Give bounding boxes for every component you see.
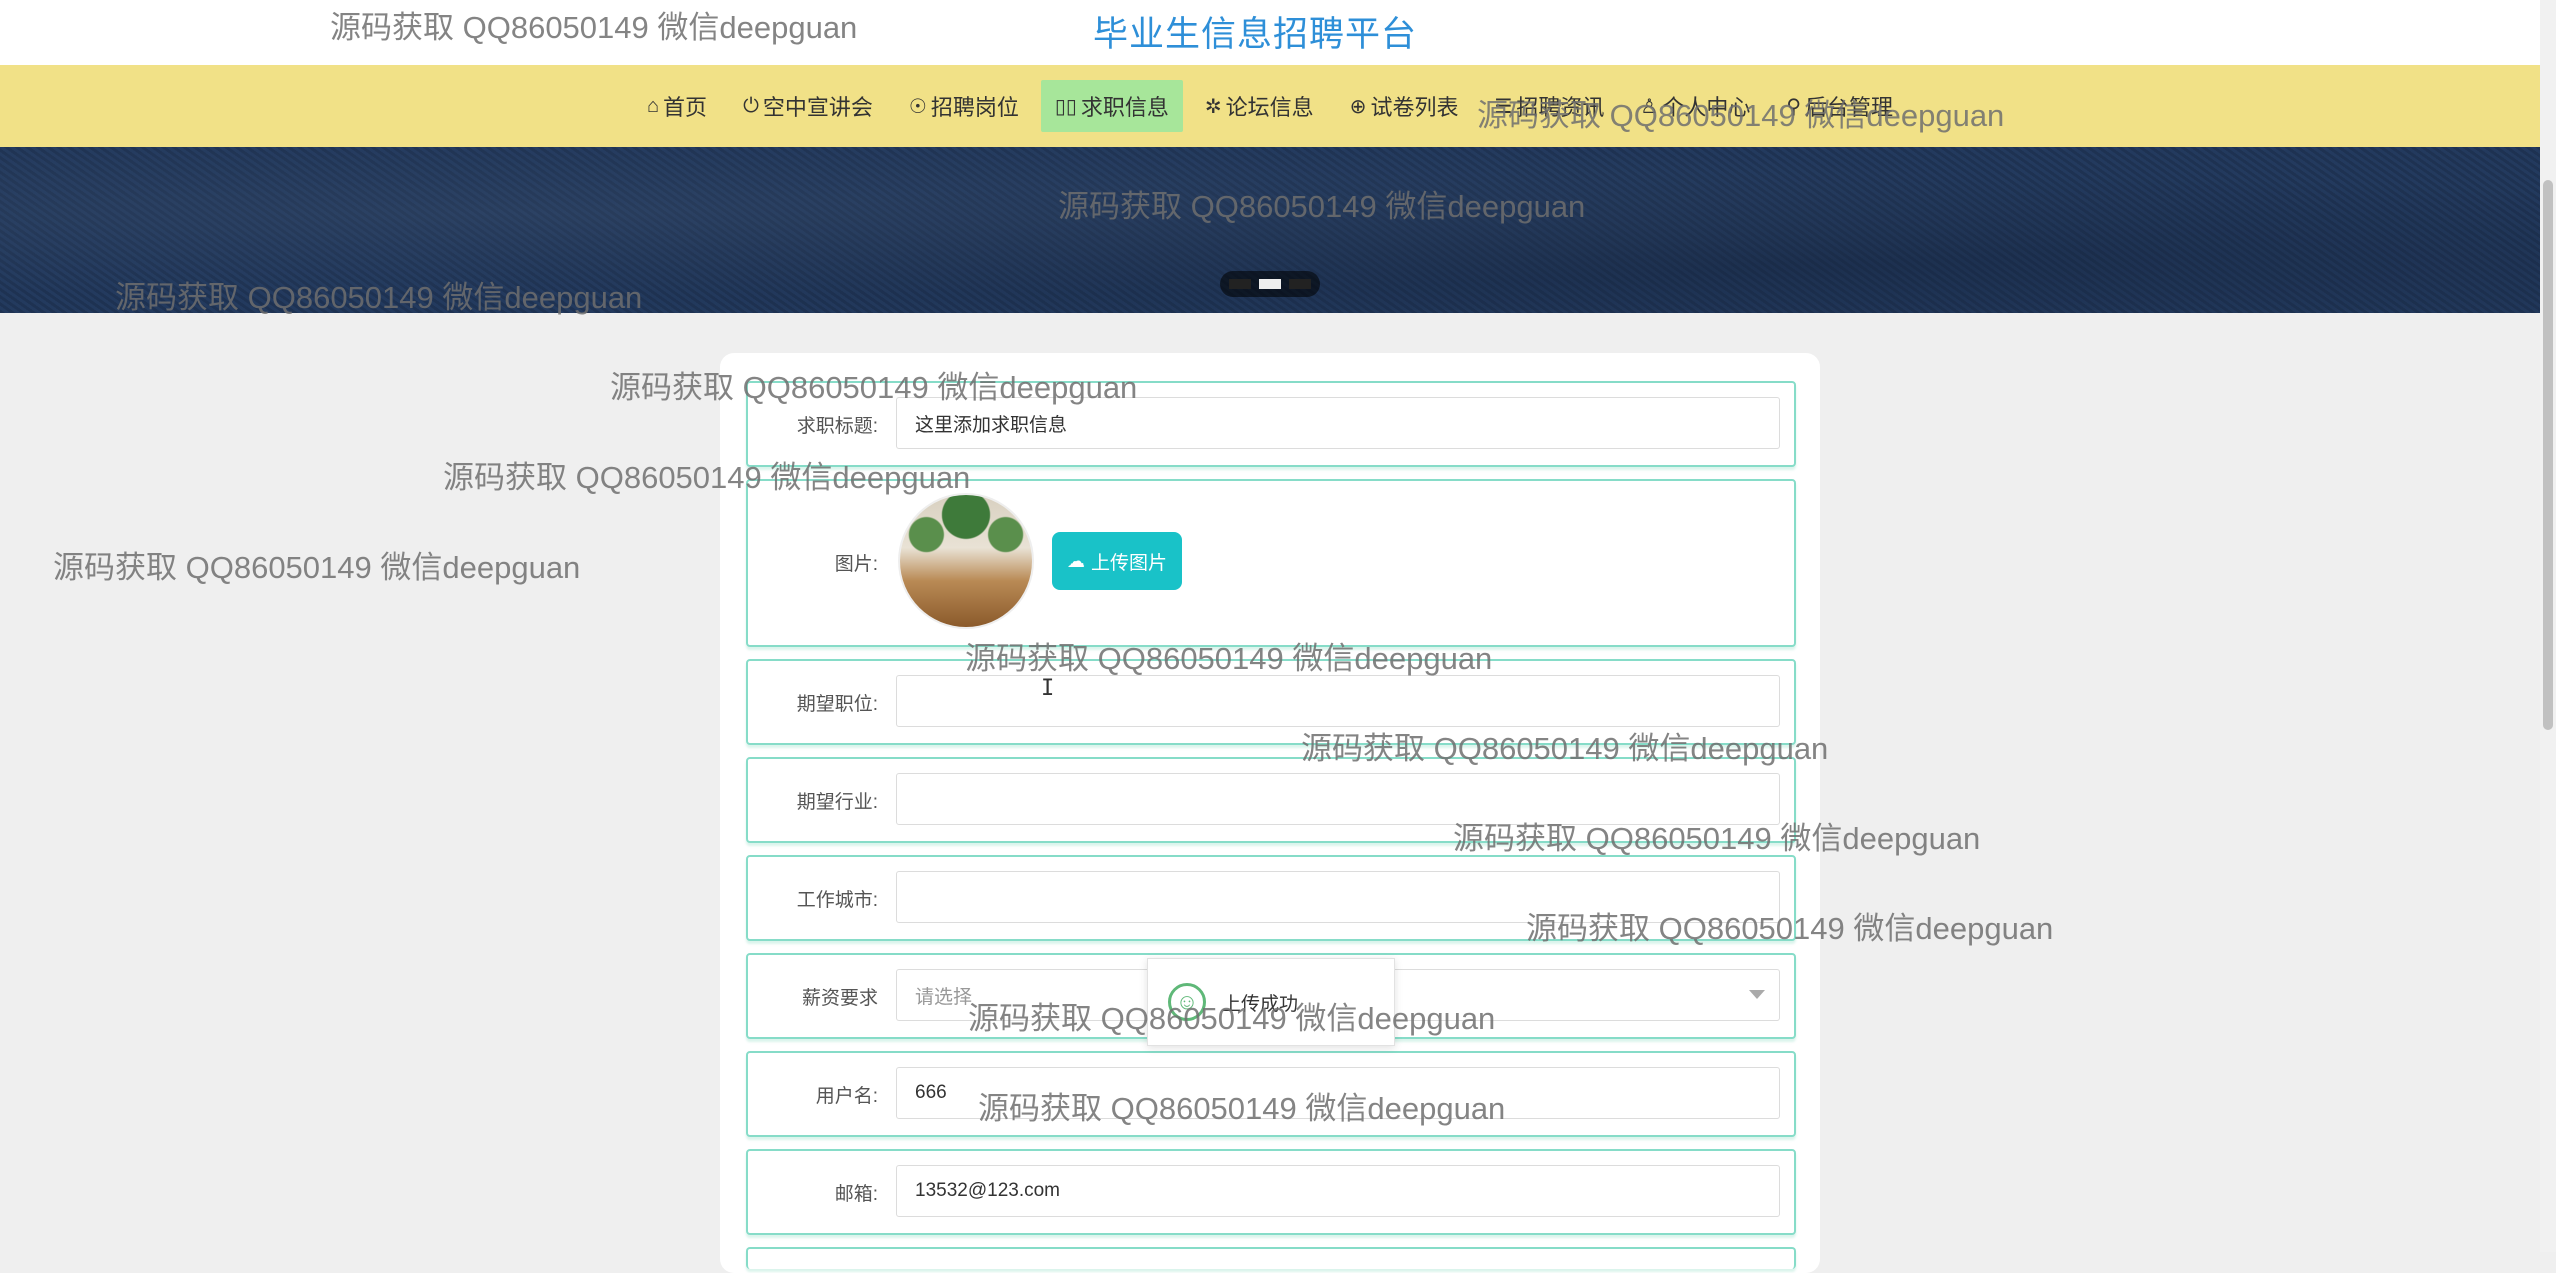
field-label: 工作城市: [796, 890, 878, 911]
carousel-dot[interactable] [1289, 279, 1311, 289]
form-row-industry: 期望行业: [746, 757, 1796, 843]
form-row-title: 求职标题: 这里添加求职信息 [746, 381, 1796, 467]
nav-item-label: 首页 [663, 95, 708, 120]
smile-icon: ☺ [1168, 983, 1206, 1021]
banner-carousel [0, 147, 2540, 313]
username-input[interactable]: 666 [896, 1067, 1780, 1119]
industry-input[interactable] [896, 773, 1780, 825]
nav-item-label: 论坛信息 [1225, 95, 1314, 120]
cloud-upload-icon: ☁ [1066, 550, 1085, 571]
scrollbar-thumb[interactable] [2543, 180, 2553, 730]
site-title: 毕业生信息招聘平台 [1092, 15, 1417, 54]
title-input[interactable]: 这里添加求职信息 [896, 397, 1780, 449]
nav-item-label: 求职信息 [1080, 95, 1169, 120]
form-row-position: 期望职位: [746, 659, 1796, 745]
field-label: 图片: [834, 554, 878, 575]
upload-button-label: 上传图片 [1090, 552, 1167, 574]
home-icon: ⌂ [646, 94, 660, 117]
main-nav: ⌂ 首页 ⏻ 空中宣讲会 ☉ 招聘岗位 ▯▯ 求职信息 ✲ 论坛信息 ⊕ 试卷列… [0, 65, 2540, 147]
nav-item-jobs[interactable]: ☉ 招聘岗位 [895, 80, 1033, 132]
nav-item-forum[interactable]: ✲ 论坛信息 [1191, 80, 1328, 132]
power-icon: ⏻ [743, 94, 759, 117]
nav-item-profile[interactable]: ♙ 个人中心 [1626, 80, 1764, 132]
field-label: 邮箱: [834, 1184, 878, 1205]
field-label: 期望职位: [796, 694, 878, 715]
nav-item-news[interactable]: ☰ 招聘资讯 [1480, 80, 1618, 132]
form-row-email: 邮箱: 13532@123.com [746, 1149, 1796, 1235]
nav-item-label: 招聘岗位 [930, 95, 1019, 120]
nav-item-online-talks[interactable]: ⏻ 空中宣讲会 [729, 80, 887, 132]
target-icon: ☉ [908, 95, 927, 118]
globe-icon: ⊕ [1349, 95, 1367, 118]
carousel-indicators [1220, 271, 1320, 297]
nav-item-label: 个人中心 [1662, 95, 1751, 120]
nav-item-label: 招聘资讯 [1516, 95, 1605, 120]
form-row-city: 工作城市: [746, 855, 1796, 941]
columns-icon: ▯▯ [1054, 95, 1077, 118]
nav-item-home[interactable]: ⌂ 首页 [633, 80, 721, 132]
field-label: 用户名: [815, 1086, 878, 1107]
upload-success-toast: ☺ 上传成功 [1147, 958, 1395, 1046]
nav-item-label: 后台管理 [1805, 95, 1894, 120]
position-input[interactable] [896, 675, 1780, 727]
email-input[interactable]: 13532@123.com [896, 1165, 1780, 1217]
page-scrollbar[interactable] [2540, 0, 2556, 1252]
user-icon: ♙ [1640, 95, 1659, 118]
form-row-username: 用户名: 666 [746, 1051, 1796, 1137]
nav-item-admin[interactable]: ⚲ 后台管理 [1772, 80, 1907, 132]
carousel-dot-active[interactable] [1259, 279, 1281, 289]
list-icon: ☰ [1494, 95, 1513, 118]
field-label: 求职标题: [796, 416, 878, 437]
city-input[interactable] [896, 871, 1780, 923]
field-label: 期望行业: [796, 792, 878, 813]
watermark: 源码获取 QQ86050149 微信deepguan [53, 550, 581, 585]
select-placeholder: 请选择 [915, 986, 973, 1008]
nav-item-exams[interactable]: ⊕ 试卷列表 [1336, 80, 1473, 132]
field-label: 薪资要求 [801, 988, 878, 1009]
snowflake-icon: ✲ [1204, 95, 1222, 118]
upload-image-button[interactable]: ☁ 上传图片 [1052, 532, 1182, 590]
nav-item-job-seeking[interactable]: ▯▯ 求职信息 [1040, 80, 1183, 132]
top-header: 毕业生信息招聘平台 [0, 0, 2540, 65]
form-row-next [746, 1247, 1796, 1269]
chevron-down-icon [1749, 990, 1765, 999]
toast-message: 上传成功 [1222, 993, 1299, 1015]
nav-item-label: 试卷列表 [1370, 95, 1459, 120]
link-icon: ⚲ [1786, 95, 1802, 118]
text-cursor-icon: I [1041, 676, 1055, 701]
uploaded-image [900, 495, 1032, 627]
carousel-dot[interactable] [1229, 279, 1251, 289]
nav-item-label: 空中宣讲会 [762, 95, 873, 120]
form-row-image: 图片: ☁ 上传图片 [746, 479, 1796, 647]
